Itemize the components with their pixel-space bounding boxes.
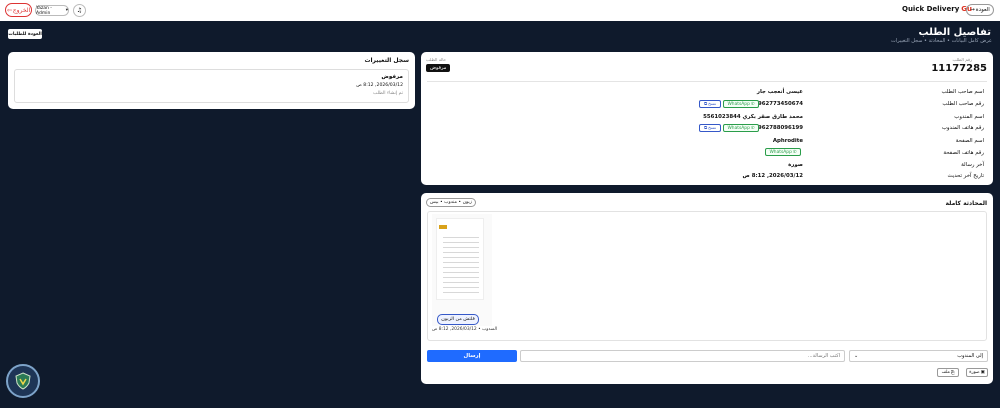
last-update-label: تاريخ آخر تحديث — [947, 173, 984, 179]
paperclip-icon: ⎘ — [950, 370, 955, 376]
image-attach-button[interactable]: ▣ صورة — [966, 368, 988, 377]
image-label: صورة — [969, 370, 980, 375]
user-name: Yazan - Admin — [36, 5, 52, 16]
recipient-select[interactable]: إلى المندوب ⌄ — [849, 350, 988, 362]
logout-button[interactable]: ⇦ الخروج — [5, 3, 32, 17]
whatsapp-icon: ✆ — [750, 101, 755, 107]
back-label: العودة — [975, 7, 990, 13]
page-name-label: اسم الصفحة — [955, 138, 984, 144]
order-number-label: رقم الطلب — [952, 57, 972, 62]
order-details-card: رقم الطلب 11177285 حالة الطلب مرفوض اسم … — [421, 52, 993, 185]
recipient-value: إلى المندوب — [957, 353, 983, 359]
driver-name-value: محمد طارق صقر بكري 5561023844 — [703, 114, 803, 120]
driver-name-label: اسم المندوب — [954, 114, 984, 120]
page-whatsapp-button[interactable]: ✆ WhatsApp — [765, 148, 801, 156]
chat-title: المحادثة كاملة — [945, 200, 987, 207]
receipt-logo — [439, 225, 447, 229]
user-menu[interactable]: Yazan - Admin ▾ — [35, 5, 69, 16]
watermark-logo — [6, 364, 40, 398]
send-button[interactable]: إرسال — [427, 350, 517, 362]
chevron-down-icon: ⌄ — [854, 353, 859, 359]
brand: Quick Delivery Gu — [902, 5, 972, 13]
copy-icon: ⧉ — [703, 102, 708, 107]
changelog-status: مرفوض — [381, 74, 403, 80]
top-bar: ⇦ الخروج Yazan - Admin ▾ ♫ Quick Deliver… — [0, 0, 1000, 21]
whatsapp-label: WhatsApp — [727, 101, 750, 107]
whatsapp-icon: ✆ — [792, 149, 797, 155]
message-caption: فلتش من الزبون — [437, 314, 479, 325]
file-label: ملف — [941, 370, 950, 375]
changelog-note: تم إنشاء الطلب — [373, 91, 403, 96]
owner-whatsapp-button[interactable]: ✆ WhatsApp — [723, 100, 759, 108]
driver-whatsapp-button[interactable]: ✆ WhatsApp — [723, 124, 759, 132]
arrow-right-icon: → — [970, 7, 975, 13]
logout-icon: ⇦ — [6, 6, 12, 14]
changelog-date: 2026/03/12, 8:12 ص — [356, 83, 403, 88]
order-status-label: حالة الطلب — [426, 57, 447, 62]
back-to-orders-button[interactable]: العودة للطلبات — [8, 29, 42, 39]
page-phone-label: رقم هاتف الصفحة — [943, 150, 984, 156]
bell-icon: ♫ — [76, 7, 83, 14]
image-icon: ▣ — [980, 370, 985, 375]
chevron-down-icon: ▾ — [65, 8, 68, 13]
shield-icon — [15, 372, 31, 390]
copy-icon: ⧉ — [703, 126, 708, 131]
page-title: تفاصيل الطلب — [918, 27, 991, 38]
copy-label: نسخ — [708, 101, 717, 107]
driver-phone-value: 962788096199 — [757, 125, 803, 131]
brand-title: Quick Delivery — [902, 5, 960, 13]
owner-name-label: اسم صاحب الطلب — [941, 89, 984, 95]
driver-copy-button[interactable]: نسخ ⧉ — [699, 124, 721, 132]
chat-card: المحادثة كاملة زبون • مندوب • بيس فلتش م… — [421, 193, 993, 384]
message-meta: المندوب • 2026/03/12, 8:12 ص — [432, 327, 498, 332]
last-message-value: صورة — [788, 162, 803, 168]
last-update-value: 2026/03/12, 8:12 ص — [742, 173, 803, 179]
owner-copy-button[interactable]: نسخ ⧉ — [699, 100, 721, 108]
chat-roles-legend: زبون • مندوب • بيس — [426, 198, 476, 207]
driver-phone-label: رقم هاتف المندوب — [941, 125, 984, 131]
breadcrumb: عرض كامل البيانات • المحادثة • سجل التغي… — [890, 38, 992, 44]
notifications-button[interactable]: ♫ — [73, 4, 86, 17]
divider — [427, 81, 987, 82]
page-name-value: Aphrodite — [772, 138, 803, 144]
message-image[interactable] — [436, 218, 484, 300]
status-badge: مرفوض — [426, 64, 451, 72]
changelog-title: سجل التغييرات — [364, 57, 409, 64]
logout-label: الخروج — [12, 6, 31, 14]
order-number: 11177285 — [931, 63, 987, 74]
owner-phone-value: 962773450674 — [757, 101, 803, 107]
message-input[interactable] — [520, 350, 845, 362]
whatsapp-icon: ✆ — [750, 125, 755, 131]
copy-label: نسخ — [708, 125, 717, 131]
owner-phone-label: رقم صاحب الطلب — [942, 101, 984, 107]
receipt-lines — [443, 233, 479, 293]
chat-messages[interactable]: فلتش من الزبون المندوب • 2026/03/12, 8:1… — [427, 211, 987, 341]
changelog-entry: مرفوض 2026/03/12, 8:12 ص تم إنشاء الطلب — [14, 69, 409, 103]
owner-name-value: عيسى أنعجب جار — [756, 89, 803, 95]
whatsapp-label: WhatsApp — [769, 149, 792, 155]
changelog-card: سجل التغييرات مرفوض 2026/03/12, 8:12 ص ت… — [8, 52, 415, 109]
back-button[interactable]: → العودة — [966, 4, 994, 16]
last-message-label: آخر رسالة — [961, 162, 984, 168]
message-bubble: فلتش من الزبون — [432, 214, 492, 326]
file-attach-button[interactable]: ⎘ ملف — [937, 368, 959, 377]
whatsapp-label: WhatsApp — [727, 125, 750, 131]
